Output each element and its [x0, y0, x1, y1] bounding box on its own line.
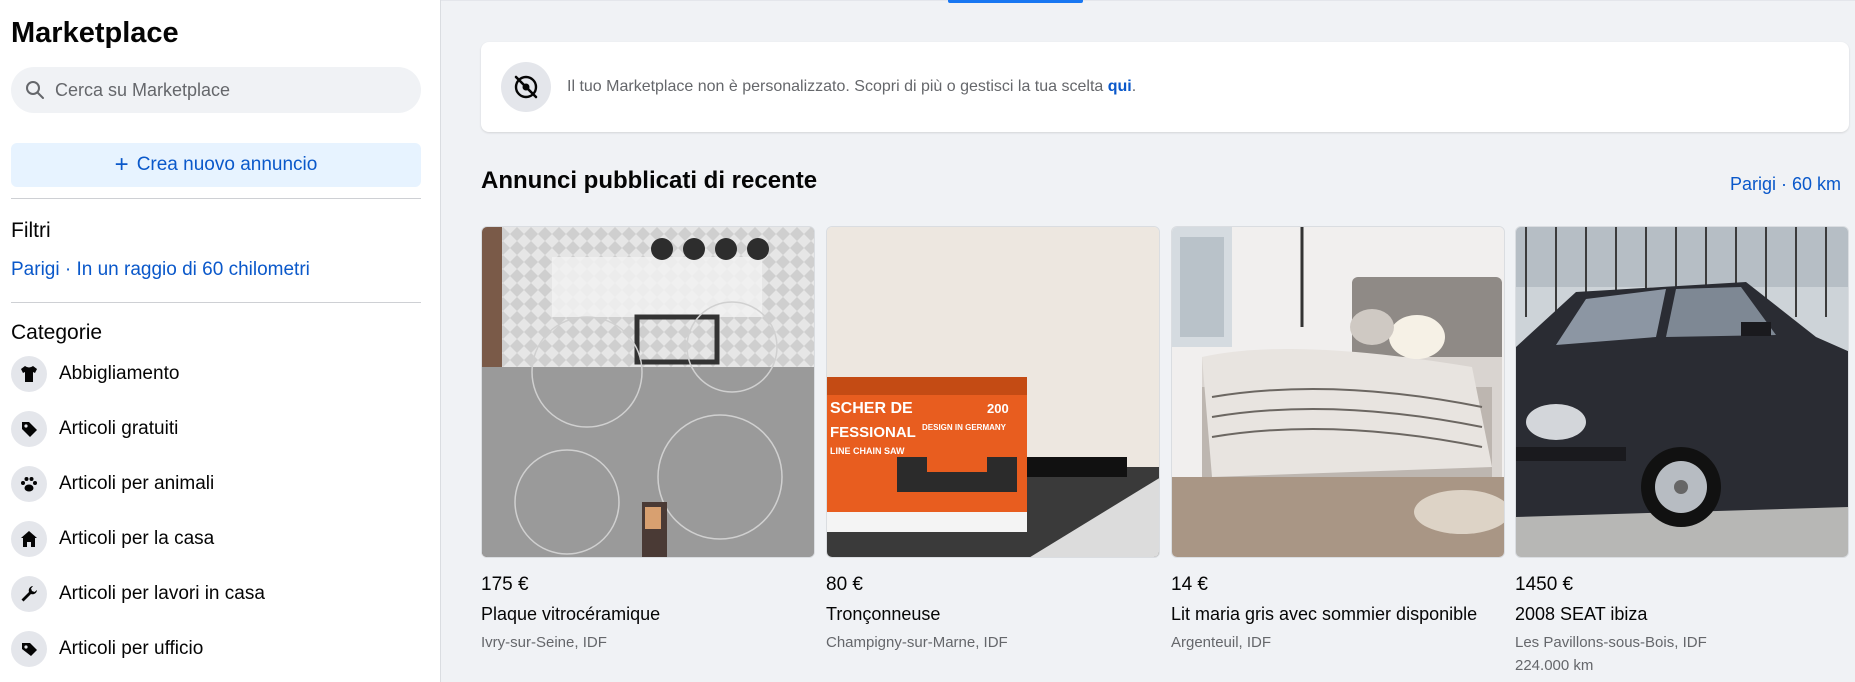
listing-title: Plaque vitrocéramique	[481, 604, 661, 624]
divider	[11, 198, 421, 199]
home-icon	[11, 521, 47, 557]
listing-photo	[1515, 226, 1849, 558]
location-filter-link[interactable]: Parigi · In un raggio di 60 chilometri	[11, 259, 310, 281]
category-item-articoli-per-la-casa[interactable]: Articoli per la casa	[11, 519, 421, 559]
listing-location: Ivry-sur-Seine, IDF	[481, 634, 607, 651]
search-icon	[26, 81, 44, 99]
tag-icon	[11, 411, 47, 447]
category-item-articoli-per-animali[interactable]: Articoli per animali	[11, 464, 421, 504]
listing-price: 80 €	[826, 574, 863, 595]
category-label: Articoli per la casa	[59, 528, 215, 549]
create-listing-label: Crea nuovo annuncio	[136, 154, 318, 175]
category-label: Articoli gratuiti	[59, 418, 179, 439]
wrench-icon	[11, 576, 47, 612]
location-link[interactable]: Parigi · 60 km	[1730, 174, 1841, 195]
listing-card[interactable]: 1450 € 2008 SEAT ibiza Les Pavillons-sou…	[1515, 226, 1849, 674]
listing-photo	[481, 226, 815, 558]
category-item-articoli-per-ufficio[interactable]: Articoli per ufficio	[11, 629, 421, 669]
listing-location: Les Pavillons-sous-Bois, IDF	[1515, 634, 1707, 651]
top-border	[441, 0, 1855, 1]
eye-off-icon	[501, 62, 551, 112]
category-item-abbigliamento[interactable]: Abbigliamento	[11, 354, 421, 394]
listing-price: 1450 €	[1515, 574, 1574, 595]
sidebar-title: Marketplace	[11, 17, 179, 49]
listing-card[interactable]: SCHER DE FESSIONAL LINE CHAIN SAW DESIGN…	[826, 226, 1160, 651]
category-label: Abbigliamento	[59, 363, 180, 384]
listing-price: 14 €	[1171, 574, 1208, 595]
listing-card[interactable]: 175 € Plaque vitrocéramique Ivry-sur-Sei…	[481, 226, 815, 651]
shirt-icon	[11, 356, 47, 392]
listing-title: Lit maria gris avec sommier disponible	[1171, 604, 1478, 624]
listing-location: Champigny-sur-Marne, IDF	[826, 634, 1008, 651]
notice-manage-link[interactable]: qui	[1108, 78, 1132, 95]
create-listing-button[interactable]: + Crea nuovo annuncio	[11, 143, 421, 187]
notice-end: .	[1131, 78, 1137, 95]
listing-title: 2008 SEAT ibiza	[1515, 604, 1648, 624]
office-tag-icon	[11, 631, 47, 667]
category-item-articoli-gratuiti[interactable]: Articoli gratuiti	[11, 409, 421, 449]
search-box[interactable]	[11, 67, 421, 113]
categories-heading: Categorie	[11, 321, 103, 344]
category-label: Articoli per animali	[59, 473, 215, 494]
saw-box-design: DESIGN IN GERMANY	[922, 423, 1007, 432]
listing-price: 175 €	[481, 574, 529, 595]
category-item-articoli-per-lavori-in-casa[interactable]: Articoli per lavori in casa	[11, 574, 421, 614]
sidebar: Marketplace + Crea nuovo annuncio Filtri…	[0, 0, 441, 682]
search-input[interactable]	[55, 79, 395, 101]
saw-box-brand: SCHER DE	[830, 400, 913, 417]
paw-icon	[11, 466, 47, 502]
plus-icon: +	[114, 151, 129, 178]
personalization-notice: Il tuo Marketplace non è personalizzato.…	[481, 42, 1849, 132]
listing-title: Tronçonneuse	[826, 604, 941, 624]
saw-box-line2: FESSIONAL	[830, 424, 916, 441]
listing-photo: SCHER DE FESSIONAL LINE CHAIN SAW DESIGN…	[826, 226, 1160, 558]
category-label: Articoli per ufficio	[59, 638, 204, 659]
category-label: Articoli per lavori in casa	[59, 583, 265, 604]
listing-card[interactable]: 14 € Lit maria gris avec sommier disponi…	[1171, 226, 1505, 651]
listing-mileage: 224.000 km	[1515, 657, 1594, 674]
saw-box-model: 200	[987, 401, 1009, 416]
active-tab-indicator	[948, 0, 1083, 3]
filters-heading: Filtri	[11, 219, 51, 242]
divider	[11, 302, 421, 303]
feed-title: Annunci pubblicati di recente	[481, 167, 818, 194]
listing-location: Argenteuil, IDF	[1171, 634, 1272, 651]
listing-photo	[1171, 226, 1505, 558]
notice-message: Il tuo Marketplace non è personalizzato.…	[567, 78, 1108, 95]
notice-text: Il tuo Marketplace non è personalizzato.…	[567, 78, 1136, 96]
saw-box-line3: LINE CHAIN SAW	[830, 446, 905, 456]
